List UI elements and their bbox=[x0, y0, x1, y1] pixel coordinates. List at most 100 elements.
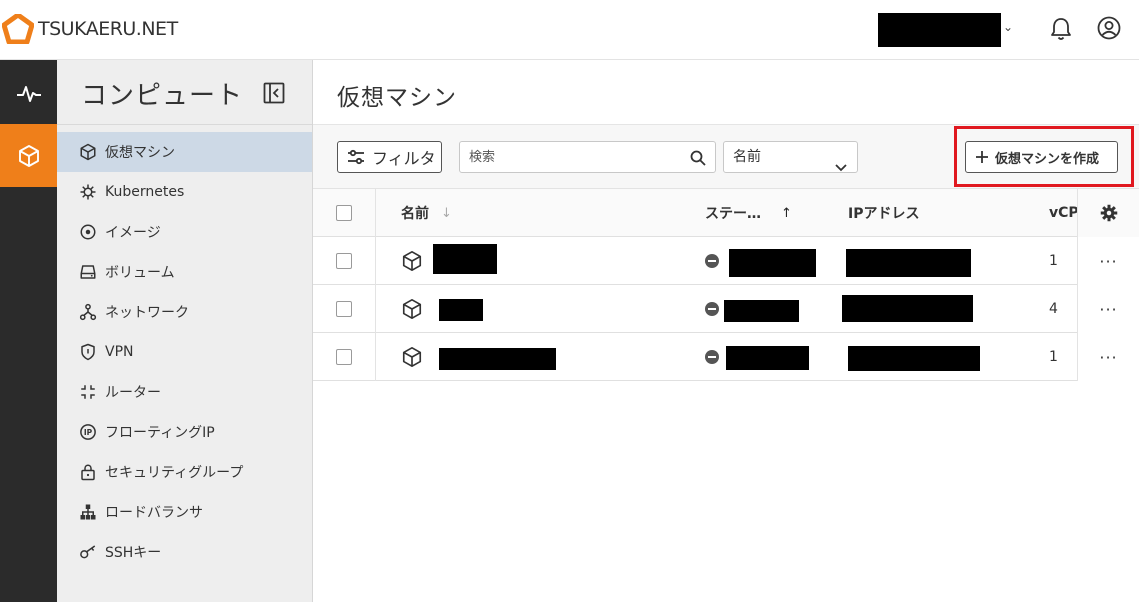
sort-arrow-up-icon[interactable]: ↑ bbox=[781, 206, 792, 221]
vm-name-redacted[interactable] bbox=[433, 244, 497, 274]
search-field-value: 名前 bbox=[733, 149, 761, 165]
cube-icon bbox=[18, 144, 39, 167]
activity-icon bbox=[16, 85, 41, 102]
sidebar-item-label: フローティングIP bbox=[105, 425, 215, 441]
status-text-redacted bbox=[724, 300, 799, 322]
sidebar-item-label: ボリューム bbox=[105, 265, 175, 281]
lock-icon bbox=[79, 463, 97, 481]
router-icon bbox=[79, 383, 97, 401]
sidebar-item-network[interactable]: ネットワーク bbox=[57, 292, 312, 332]
vm-name-redacted[interactable] bbox=[439, 299, 483, 321]
sidebar-item-volumes[interactable]: ボリューム bbox=[57, 252, 312, 292]
column-header-ip[interactable]: IPアドレス bbox=[848, 189, 919, 237]
more-actions-icon[interactable]: ··· bbox=[1099, 300, 1117, 319]
sidebar-item-label: ルーター bbox=[105, 385, 161, 401]
sidebar-item-images[interactable]: イメージ bbox=[57, 212, 312, 252]
load-balancer-icon bbox=[79, 503, 97, 521]
vm-vcpu-cell: 1 bbox=[1049, 333, 1058, 381]
search-field-select[interactable]: 名前 bbox=[723, 141, 858, 173]
sidebar-item-kubernetes[interactable]: Kubernetes bbox=[57, 172, 312, 212]
select-all-checkbox[interactable] bbox=[336, 205, 352, 221]
vm-ip-cell bbox=[842, 285, 973, 333]
brand-logo[interactable]: TSUKAERU.NET bbox=[2, 14, 178, 44]
status-stopped-icon bbox=[705, 350, 719, 364]
sidebar-item-virtual-machines[interactable]: 仮想マシン bbox=[57, 132, 312, 172]
sort-arrow-down-icon[interactable]: ↓ bbox=[441, 206, 452, 221]
shield-icon bbox=[79, 343, 97, 361]
sidebar-nav: 仮想マシン Kubernetes イメージ ボリューム ネットワーク VPN ル… bbox=[57, 132, 312, 572]
search-icon[interactable] bbox=[690, 150, 706, 170]
status-stopped-icon bbox=[705, 254, 719, 268]
row-checkbox[interactable] bbox=[336, 349, 352, 365]
column-header-label: 名前 bbox=[401, 206, 429, 222]
search-box bbox=[459, 141, 716, 173]
table-row[interactable]: 1 ··· bbox=[313, 333, 1139, 381]
row-checkbox[interactable] bbox=[336, 253, 352, 269]
chevron-down-icon[interactable]: ⌄ bbox=[1003, 20, 1013, 34]
cube-icon bbox=[79, 143, 97, 161]
column-header-status[interactable]: ステー… ↑ bbox=[705, 189, 792, 237]
row-checkbox[interactable] bbox=[336, 301, 352, 317]
sidebar-item-router[interactable]: ルーター bbox=[57, 372, 312, 412]
collapse-sidebar-icon[interactable] bbox=[263, 82, 285, 108]
sidebar-item-ssh-key[interactable]: SSHキー bbox=[57, 532, 312, 572]
vcpu-value: 4 bbox=[1049, 301, 1058, 317]
rail-compute[interactable] bbox=[0, 124, 57, 187]
vcpu-value: 1 bbox=[1049, 253, 1058, 269]
user-circle-icon[interactable] bbox=[1096, 15, 1122, 45]
sidebar-item-label: VPN bbox=[105, 344, 134, 360]
sidebar-title: コンピュート bbox=[81, 81, 244, 111]
filter-button-label: フィルタ bbox=[372, 149, 436, 168]
vm-name-cell bbox=[401, 285, 483, 333]
key-icon bbox=[79, 543, 97, 561]
filter-button[interactable]: フィルタ bbox=[337, 141, 442, 173]
table-row[interactable]: 4 ··· bbox=[313, 285, 1139, 333]
ip-address-redacted bbox=[846, 249, 971, 277]
column-header-label: vCPU bbox=[1049, 205, 1077, 221]
top-header: TSUKAERU.NET ⌄ bbox=[0, 0, 1139, 60]
disc-icon bbox=[79, 223, 97, 241]
helm-icon bbox=[79, 183, 97, 201]
vcpu-value: 1 bbox=[1049, 349, 1058, 365]
main-content: 仮想マシン フィルタ 名前 仮想マシンを作成 bbox=[313, 60, 1139, 602]
app-rail bbox=[0, 60, 57, 602]
cube-icon bbox=[402, 347, 422, 367]
table-row[interactable]: 1 ··· bbox=[313, 237, 1139, 285]
gear-icon[interactable] bbox=[1100, 204, 1118, 222]
sidebar-item-label: Kubernetes bbox=[105, 184, 185, 200]
vm-vcpu-cell: 4 bbox=[1049, 285, 1058, 333]
sidebar: コンピュート 仮想マシン Kubernetes イメージ ボリューム ネットワー… bbox=[57, 60, 313, 602]
sidebar-item-label: イメージ bbox=[105, 225, 161, 241]
ip-address-redacted bbox=[842, 294, 973, 322]
create-vm-label: 仮想マシンを作成 bbox=[995, 151, 1100, 167]
column-header-label: ステー… bbox=[705, 206, 761, 222]
sidebar-item-security-group[interactable]: セキュリティグループ bbox=[57, 452, 312, 492]
vm-name-redacted[interactable] bbox=[439, 348, 556, 370]
create-vm-button[interactable]: 仮想マシンを作成 bbox=[965, 141, 1118, 173]
more-actions-icon[interactable]: ··· bbox=[1099, 252, 1117, 271]
account-menu-redacted[interactable] bbox=[878, 13, 1001, 47]
svg-text:IP: IP bbox=[84, 428, 93, 437]
row-select-cell bbox=[313, 237, 376, 285]
sliders-icon bbox=[348, 149, 364, 165]
ip-address-redacted bbox=[848, 345, 980, 371]
sidebar-item-floating-ip[interactable]: IP フローティングIP bbox=[57, 412, 312, 452]
column-header-label: IPアドレス bbox=[848, 206, 920, 222]
more-actions-icon[interactable]: ··· bbox=[1099, 348, 1117, 367]
sidebar-item-vpn[interactable]: VPN bbox=[57, 332, 312, 372]
table-header-row: 名前 ↓ ステー… ↑ IPアドレス vCPU bbox=[313, 189, 1139, 237]
brand-name: TSUKAERU.NET bbox=[38, 18, 178, 40]
vm-vcpu-cell: 1 bbox=[1049, 237, 1058, 285]
row-actions-cell: ··· bbox=[1077, 237, 1139, 285]
column-header-name[interactable]: 名前 ↓ bbox=[401, 189, 452, 237]
search-input[interactable] bbox=[460, 142, 680, 172]
bell-icon[interactable] bbox=[1049, 16, 1073, 46]
ip-icon: IP bbox=[79, 423, 97, 441]
sidebar-item-load-balancer[interactable]: ロードバランサ bbox=[57, 492, 312, 532]
vm-status-cell bbox=[705, 333, 809, 381]
status-text-redacted bbox=[726, 346, 809, 370]
column-header-vcpu[interactable]: vCPU bbox=[1049, 189, 1077, 237]
rail-monitoring[interactable] bbox=[0, 62, 57, 125]
vm-name-cell bbox=[401, 333, 556, 381]
status-stopped-icon bbox=[705, 302, 719, 316]
